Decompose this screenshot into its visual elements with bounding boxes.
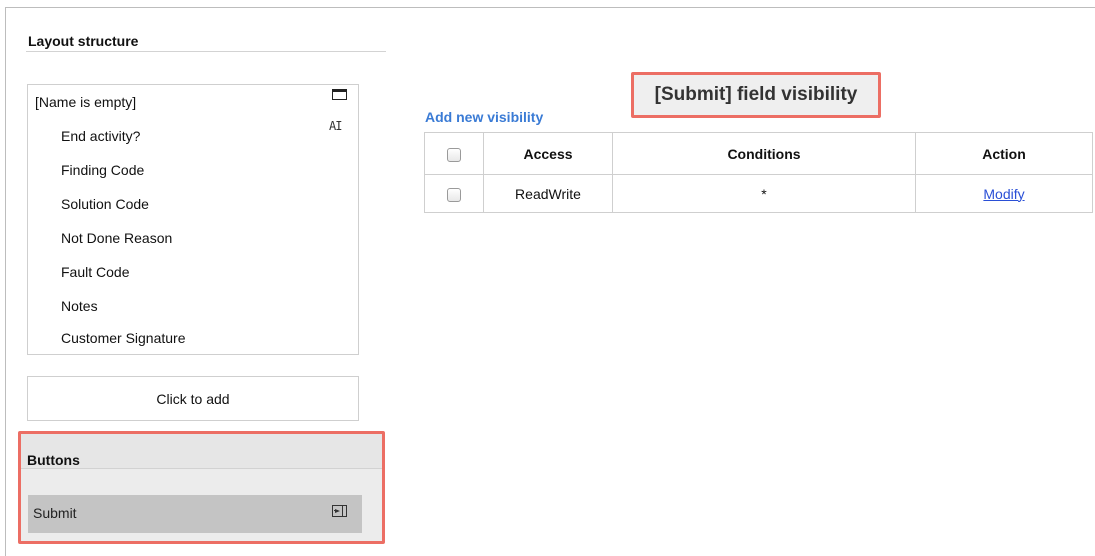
exit-arrow-icon — [332, 505, 347, 517]
tree-item-fault-code[interactable]: Fault Code — [61, 264, 129, 280]
tree-item-customer-signature[interactable]: Customer Signature — [61, 330, 186, 346]
layout-title-divider — [26, 51, 386, 52]
action-cell: Modify — [915, 174, 1093, 213]
row-select-cell — [424, 174, 484, 213]
modify-link[interactable]: Modify — [983, 186, 1024, 202]
submit-button-item[interactable]: Submit — [28, 495, 362, 533]
tree-item-notes[interactable]: Notes — [61, 298, 98, 314]
column-header-conditions: Conditions — [612, 132, 916, 175]
buttons-header: Buttons — [21, 434, 382, 469]
tree-item-solution-code[interactable]: Solution Code — [61, 196, 149, 212]
tree-root-item[interactable]: [Name is empty] — [35, 94, 136, 110]
text-cursor-icon: AI — [329, 119, 342, 133]
table-row: ReadWrite * Modify — [424, 174, 1093, 213]
submit-button-label: Submit — [33, 505, 77, 521]
visibility-title: [Submit] field visibility — [654, 84, 858, 105]
column-header-action: Action — [915, 132, 1093, 175]
row-checkbox[interactable] — [447, 187, 461, 202]
window-icon — [332, 89, 347, 100]
layout-tree: [Name is empty] AI End activity? Finding… — [27, 84, 359, 355]
click-to-add-button[interactable]: Click to add — [27, 376, 359, 421]
frame-top-border — [5, 7, 1095, 8]
add-new-visibility-link[interactable]: Add new visibility — [425, 109, 543, 125]
buttons-section: Buttons Submit — [18, 431, 385, 544]
tree-item-not-done-reason[interactable]: Not Done Reason — [61, 230, 172, 246]
layout-structure-title: Layout structure — [28, 33, 139, 49]
frame-left-border — [5, 7, 6, 556]
tree-item-end-activity[interactable]: End activity? — [61, 128, 140, 144]
table-header-row: Access Conditions Action — [424, 132, 1093, 175]
column-header-access: Access — [483, 132, 613, 175]
access-cell: ReadWrite — [483, 174, 613, 213]
select-all-cell — [424, 132, 484, 175]
visibility-table: Access Conditions Action ReadWrite * Mod… — [424, 132, 1093, 213]
tree-item-finding-code[interactable]: Finding Code — [61, 162, 144, 178]
buttons-title: Buttons — [27, 452, 80, 468]
visibility-title-box: [Submit] field visibility — [631, 72, 881, 118]
select-all-checkbox[interactable] — [447, 147, 461, 162]
conditions-cell: * — [612, 174, 916, 213]
